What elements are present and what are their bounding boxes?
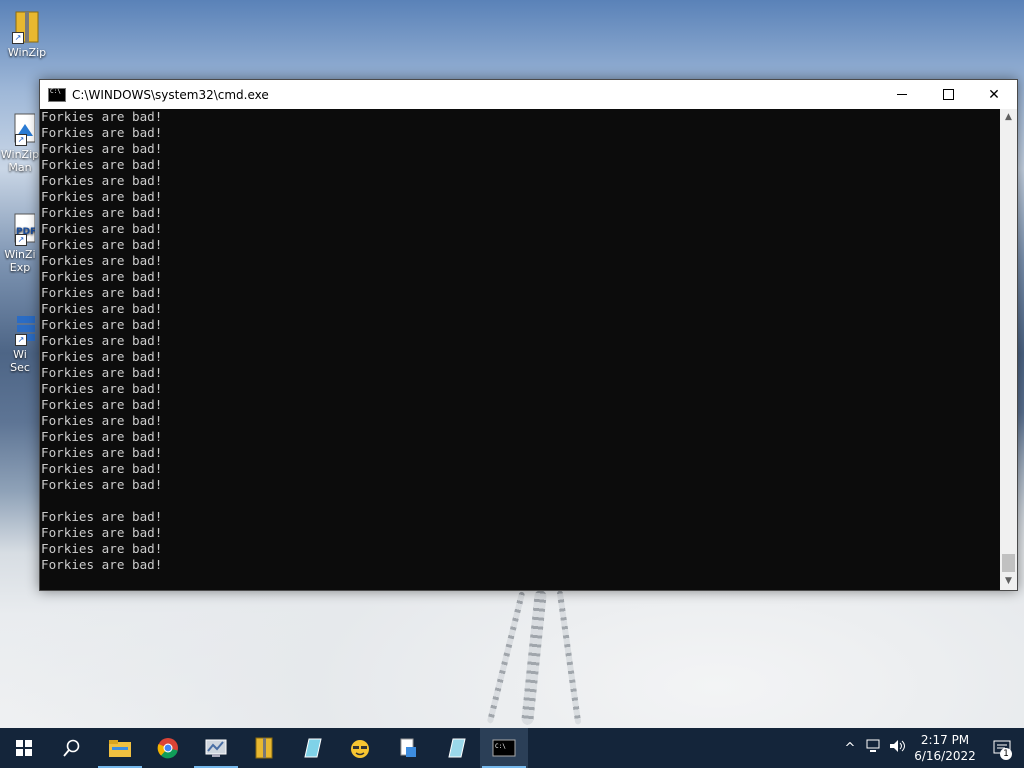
console-output[interactable]: Forkies are bad! Forkies are bad! Forkies … (40, 109, 1000, 590)
console-line: Forkies are bad! (41, 285, 163, 300)
svg-text:C:\: C:\ (495, 743, 506, 750)
console-line: Forkies are bad! (41, 445, 163, 460)
search-button[interactable] (48, 728, 96, 768)
shortcut-arrow-icon: ↗ (15, 134, 27, 146)
network-icon[interactable] (862, 739, 886, 757)
clock-date: 6/16/2022 (914, 749, 976, 763)
taskbar-file[interactable] (384, 728, 432, 768)
taskbar-network-app[interactable] (192, 728, 240, 768)
taskbar: C:\ ^ 2:17 PM 6/16/2022 1 (0, 728, 1024, 768)
console-line: Forkies are bad! (41, 461, 163, 476)
desktop-icon-winzip-secure[interactable]: ↗ Wi Sec (0, 312, 40, 374)
taskbar-cmd[interactable]: C:\ (480, 728, 528, 768)
cmd-app-icon[interactable] (48, 87, 66, 102)
console-line: Forkies are bad! (41, 541, 163, 556)
console-line: Forkies are bad! (41, 173, 163, 188)
clock[interactable]: 2:17 PM 6/16/2022 (910, 732, 980, 764)
desktop-icon-label: WinZi Exp (4, 248, 36, 274)
console-line: Forkies are bad! (41, 221, 163, 236)
console-line: Forkies are bad! (41, 381, 163, 396)
desktop-icon-winzip[interactable]: ↗ WinZip (4, 10, 50, 59)
action-center-button[interactable]: 1 (980, 728, 1024, 768)
console-line: Forkies are bad! (41, 477, 163, 492)
console-line: Forkies are bad! (41, 157, 163, 172)
taskbar-file-explorer[interactable] (96, 728, 144, 768)
console-line: Forkies are bad! (41, 349, 163, 364)
console-line: Forkies are bad! (41, 253, 163, 268)
minimize-button[interactable] (879, 80, 925, 109)
taskbar-notes[interactable] (288, 728, 336, 768)
notes-icon (304, 738, 322, 758)
show-hidden-icons-chevron-up-icon[interactable]: ^ (838, 741, 862, 756)
file-icon (400, 738, 416, 757)
notes2-icon (448, 738, 466, 758)
desktop-icon-label: WinZip (7, 46, 47, 59)
desktop-icon-label: WinZip Man (0, 148, 40, 174)
pdf-icon: PDF ↗ (5, 212, 36, 246)
console-line: Forkies are bad! (41, 509, 163, 524)
file-explorer-icon (109, 740, 131, 757)
console-line: Forkies are bad! (41, 125, 163, 140)
chrome-icon (157, 738, 178, 759)
title-bar[interactable]: C:\WINDOWS\system32\cmd.exe ✕ (40, 80, 1017, 109)
scroll-up-icon[interactable]: ▲ (1000, 109, 1017, 126)
console-line: Forkies are bad! (41, 333, 163, 348)
emoji-app-icon (351, 740, 369, 758)
vertical-scrollbar[interactable]: ▲ ▼ (1000, 109, 1017, 590)
volume-icon[interactable] (886, 739, 910, 757)
desktop-icon-label: Wi Sec (10, 348, 30, 374)
system-tray: ^ 2:17 PM 6/16/2022 1 (838, 728, 1024, 768)
maximize-icon (942, 89, 954, 100)
maximize-button[interactable] (925, 80, 971, 109)
taskbar-notes-2[interactable] (432, 728, 480, 768)
console-line: Forkies are bad! (41, 413, 163, 428)
desktop-icon-winzip-manager[interactable]: ↗ WinZip Man (0, 112, 40, 174)
taskbar-chrome[interactable] (144, 728, 192, 768)
search-icon (63, 739, 80, 757)
desktop-icon-winzip-pdf[interactable]: PDF ↗ WinZi Exp (0, 212, 40, 274)
server-icon: ↗ (5, 312, 35, 346)
winzip-icon: ↗ (12, 10, 42, 44)
close-button[interactable]: ✕ (971, 80, 1017, 109)
network-app-icon (205, 739, 227, 757)
winzip-icon (255, 737, 273, 759)
winzip-manager-icon: ↗ (5, 112, 36, 146)
console-line: Forkies are bad! (41, 397, 163, 412)
shortcut-arrow-icon: ↗ (12, 32, 24, 44)
cmd-icon: C:\ (492, 739, 516, 757)
shortcut-arrow-icon: ↗ (15, 334, 27, 346)
console-line: Forkies are bad! (41, 429, 163, 444)
scroll-thumb[interactable] (1002, 554, 1015, 572)
shortcut-arrow-icon: ↗ (15, 234, 27, 246)
window-title: C:\WINDOWS\system32\cmd.exe (72, 87, 269, 102)
start-button[interactable] (0, 728, 48, 768)
console-line: Forkies are bad! (41, 237, 163, 252)
cmd-window[interactable]: C:\WINDOWS\system32\cmd.exe ✕ Forkies ar… (39, 79, 1018, 591)
console-line: Forkies are bad! (41, 269, 163, 284)
console-line: Forkies are bad! (41, 301, 163, 316)
scroll-down-icon[interactable]: ▼ (1000, 573, 1017, 590)
console-line: Forkies are bad! (41, 141, 163, 156)
taskbar-emoji-app[interactable] (336, 728, 384, 768)
console-line: Forkies are bad! (41, 109, 163, 124)
taskbar-winzip[interactable] (240, 728, 288, 768)
minimize-icon (897, 94, 907, 95)
console-line: Forkies are bad! (41, 205, 163, 220)
console-line: Forkies are bad! (41, 189, 163, 204)
console-line: Forkies are bad! (41, 317, 163, 332)
notification-badge: 1 (1000, 748, 1012, 760)
console-line: Forkies are bad! (41, 557, 163, 572)
console-line: Forkies are bad! (41, 365, 163, 380)
clock-time: 2:17 PM (920, 733, 970, 747)
close-icon: ✕ (988, 86, 1000, 103)
windows-logo-icon (16, 740, 32, 756)
console-line: Forkies are bad! (41, 525, 163, 540)
